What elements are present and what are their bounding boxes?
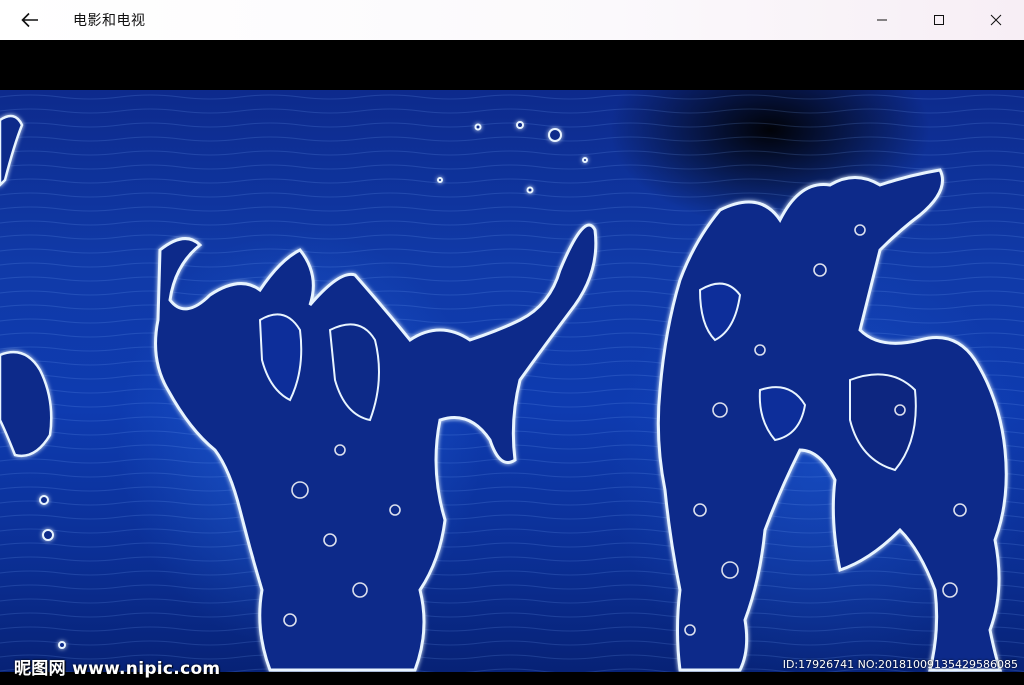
watermark-site: 昵图网 www.nipic.com bbox=[14, 659, 221, 679]
watermark-id: ID:17926741 NO:20181009135429586085 bbox=[782, 658, 1018, 671]
video-player[interactable]: 昵图网 www.nipic.com ID:17926741 NO:2018100… bbox=[0, 40, 1024, 685]
title-bar: 电影和电视 bbox=[0, 0, 1024, 40]
close-button[interactable] bbox=[967, 0, 1024, 40]
back-button[interactable] bbox=[0, 0, 60, 40]
video-frame[interactable] bbox=[0, 90, 1024, 672]
maximize-button[interactable] bbox=[910, 0, 967, 40]
maximize-icon bbox=[933, 15, 944, 25]
app-title: 电影和电视 bbox=[73, 13, 146, 29]
minimize-button[interactable] bbox=[853, 0, 910, 40]
minimize-icon bbox=[876, 19, 887, 21]
close-icon bbox=[990, 14, 1001, 26]
movies-tv-window: 电影和电视 昵图网 www.nipic.com ID:17926741 NO:2… bbox=[0, 0, 1024, 685]
water-splash-artwork bbox=[0, 90, 1024, 672]
caption-buttons bbox=[853, 0, 1024, 40]
arrow-left-icon bbox=[21, 12, 38, 28]
